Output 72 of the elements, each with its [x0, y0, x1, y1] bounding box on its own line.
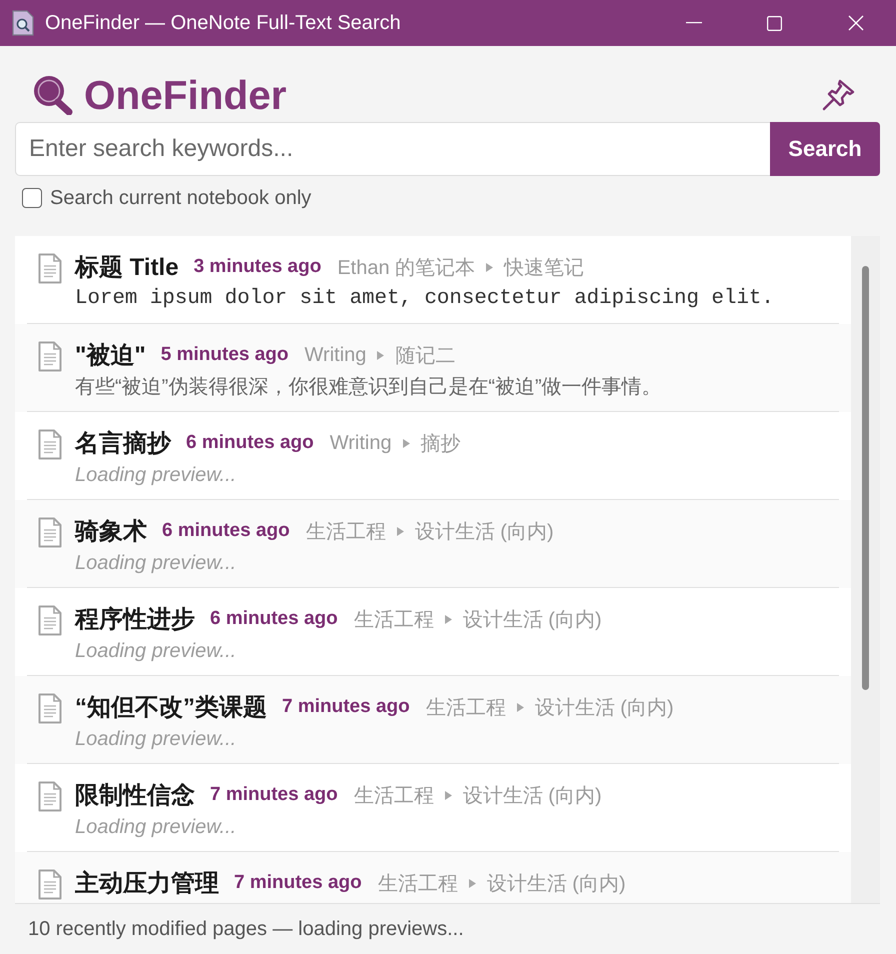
page-title: "被迫": [75, 341, 146, 371]
caret-icon: [444, 790, 452, 800]
app-icon: [12, 10, 34, 36]
modified-time: 6 minutes ago: [210, 608, 338, 630]
loading-text: Loading preview...: [75, 727, 238, 751]
loading-text: Loading preview...: [75, 639, 238, 663]
checkbox[interactable]: [22, 188, 42, 208]
page-title: 标题 Title: [75, 253, 179, 283]
checkbox-label: Search current notebook only: [50, 186, 312, 210]
document-icon: [38, 517, 62, 548]
caret-icon: [444, 614, 452, 624]
search-button[interactable]: Search: [770, 122, 880, 176]
section-name: 摘抄: [420, 432, 461, 456]
result-item[interactable]: “知但不改”类课题 7 minutes ago 生活工程 设计生活 (向内) Loading preview...: [15, 676, 851, 764]
caret-icon: [516, 702, 524, 712]
page-title: 程序性进步: [75, 605, 195, 635]
modified-time: 7 minutes ago: [210, 784, 338, 806]
document-icon: [38, 341, 62, 372]
loading-text: Loading preview...: [75, 463, 238, 487]
window-title: OneFinder — OneNote Full-Text Search: [45, 12, 402, 34]
search-field[interactable]: Enter search keywords...: [15, 122, 770, 176]
page-title: 骑象术: [75, 517, 147, 547]
section-name: 随记二: [395, 344, 456, 368]
modified-time: 7 minutes ago: [234, 872, 362, 894]
app-logo-text: OneFinder: [84, 72, 288, 118]
page-title: 限制性信念: [75, 781, 195, 811]
loading-text: Loading preview...: [75, 815, 238, 839]
modified-time: 7 minutes ago: [282, 696, 410, 718]
maximize-icon: [767, 16, 782, 30]
notebook-name: 生活工程: [354, 608, 434, 632]
document-icon: [38, 869, 62, 900]
preview-text: 有些“被迫”伪装得很深，你很难意识到自己是在“被迫”做一件事情。: [75, 375, 662, 399]
caret-icon: [486, 262, 494, 272]
section-name: 设计生活 (向内): [486, 872, 626, 896]
modified-time: 5 minutes ago: [160, 344, 289, 366]
section-name: 设计生活 (向内): [414, 520, 554, 544]
section-name: 设计生活 (向内): [462, 608, 602, 632]
notebook-name: Writing: [304, 344, 366, 366]
caret-icon: [402, 438, 410, 448]
notebook-name: Ethan 的笔记本: [337, 256, 476, 280]
modified-time: 6 minutes ago: [186, 432, 314, 454]
modified-time: 6 minutes ago: [162, 520, 290, 542]
notebook-name: 生活工程: [354, 784, 434, 808]
scrollbar-thumb[interactable]: [862, 266, 869, 690]
page-title: 名言摘抄: [75, 429, 171, 459]
notebook-name: 生活工程: [426, 696, 506, 720]
document-icon: [38, 693, 62, 724]
preview-text: Lorem ipsum dolor sit amet, consectetur adipiscing elit.: [75, 287, 774, 311]
close-icon: [848, 15, 864, 31]
result-item[interactable]: 骑象术 6 minutes ago 生活工程 设计生活 (向内) Loading preview...: [15, 500, 851, 588]
document-icon: [38, 429, 62, 460]
status-text: 10 recently modified pages — loading previews...: [28, 918, 464, 940]
modified-time: 3 minutes ago: [194, 256, 322, 278]
notebook-name: 生活工程: [306, 520, 386, 544]
notebook-name: Writing: [330, 432, 392, 454]
section-name: 设计生活 (向内): [534, 696, 674, 720]
page-title: 主动压力管理: [75, 869, 219, 899]
caret-icon: [396, 526, 404, 536]
pushpin-icon: [821, 79, 855, 111]
document-icon: [38, 781, 62, 812]
caret-icon: [468, 878, 476, 888]
notebook-name: 生活工程: [378, 872, 458, 896]
document-icon: [38, 253, 62, 284]
minimize-icon: [686, 22, 702, 24]
document-icon: [38, 605, 62, 636]
result-item[interactable]: "被迫" 5 minutes ago Writing 随记二 有些“被迫”伪装得很深，你很难意识到自己是在“被迫”做一件事情。: [15, 324, 851, 412]
loading-text: Loading preview...: [75, 551, 238, 575]
pin-button[interactable]: [820, 78, 856, 112]
page-title: “知但不改”类课题: [75, 693, 267, 723]
section-name: 快速笔记: [504, 256, 584, 280]
caret-icon: [377, 350, 384, 360]
section-name: 设计生活 (向内): [462, 784, 602, 808]
